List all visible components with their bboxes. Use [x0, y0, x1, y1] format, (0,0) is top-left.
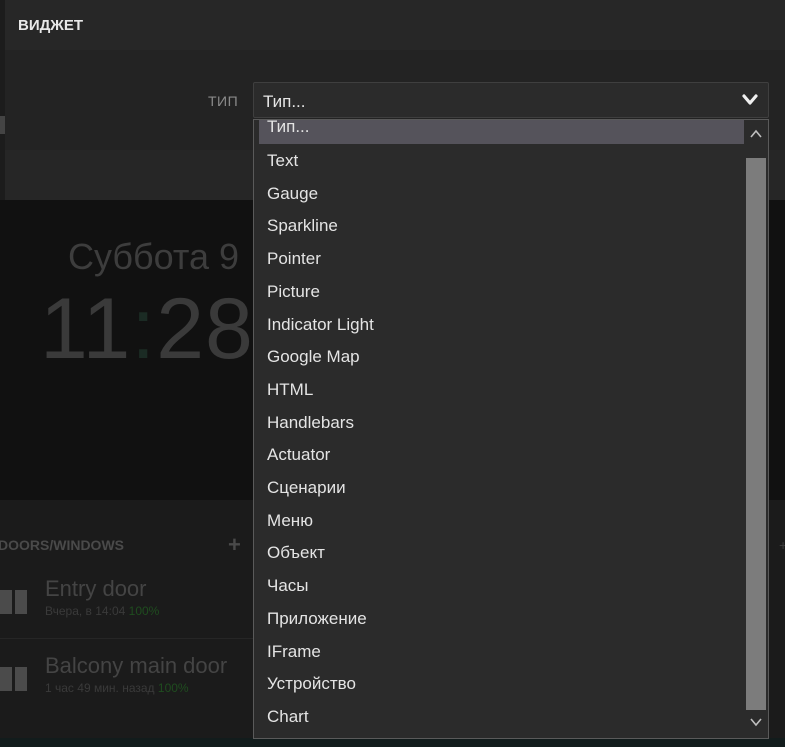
type-select[interactable]: Тип... — [253, 82, 769, 118]
scrollbar-thumb[interactable] — [746, 158, 766, 710]
screen: Суббота 9 11:28 DOORS/WINDOWS + + Entry … — [0, 0, 785, 747]
item-meta: Вчера, в 14:04 100% — [45, 604, 160, 618]
dropdown-option[interactable]: Pointer — [254, 242, 744, 275]
modal-title: ВИДЖЕТ — [18, 17, 84, 34]
item-name: Balcony main door — [45, 653, 228, 678]
dropdown-scrollbar[interactable] — [744, 120, 768, 738]
scroll-down-arrow-icon[interactable] — [744, 712, 768, 732]
bottom-strip — [0, 738, 785, 747]
dropdown-option[interactable]: Меню — [254, 504, 744, 537]
list-item[interactable]: Balcony main door 1 час 49 мин. назад 10… — [0, 638, 260, 715]
dropdown-option[interactable]: Сценарии — [254, 471, 744, 504]
dropdown-option[interactable]: Handlebars — [254, 406, 744, 439]
modal-header: ВИДЖЕТ — [0, 0, 785, 50]
clock-time: 11:28 — [40, 281, 254, 377]
item-meta: 1 час 49 мин. назад 100% — [45, 681, 189, 695]
clock-date: Суббота 9 — [68, 236, 239, 277]
door-icon — [0, 667, 28, 691]
list-item[interactable]: Entry door Вчера, в 14:04 100% — [0, 562, 260, 638]
dropdown-option[interactable]: Тип... — [259, 120, 744, 144]
door-icon — [0, 590, 28, 614]
dropdown-option[interactable]: IFrame — [254, 635, 744, 668]
dropdown-option[interactable]: Indicator Light — [254, 308, 744, 341]
modal-left-edge — [0, 0, 5, 200]
dropdown-option[interactable]: Actuator — [254, 438, 744, 471]
chevron-down-icon — [742, 94, 758, 105]
dropdown-option[interactable]: Часы — [254, 569, 744, 602]
item-name: Entry door — [45, 576, 147, 601]
dropdown-option[interactable]: Устройство — [254, 667, 744, 700]
dropdown-option[interactable]: Объект — [254, 536, 744, 569]
type-field-label: ТИП — [208, 93, 239, 109]
dropdown-option[interactable]: Sparkline — [254, 209, 744, 242]
modal-left-notch — [0, 116, 5, 134]
panel-title: DOORS/WINDOWS — [0, 537, 124, 553]
type-select-value: Тип... — [263, 92, 306, 111]
dropdown-option[interactable]: Google Map — [254, 340, 744, 373]
dropdown-option[interactable]: Приложение — [254, 602, 744, 635]
add-icon-right[interactable]: + — [779, 537, 785, 553]
dropdown-option[interactable]: Chart — [254, 700, 744, 733]
type-dropdown-list[interactable]: Тип... Text Gauge Sparkline Pointer Picture In… — [253, 119, 769, 739]
dropdown-option[interactable]: Text — [254, 144, 744, 177]
add-icon[interactable]: + — [228, 532, 241, 558]
dropdown-option[interactable]: HTML — [254, 373, 744, 406]
dropdown-option[interactable]: Gauge — [254, 177, 744, 210]
dropdown-option[interactable]: Picture — [254, 275, 744, 308]
scroll-up-arrow-icon[interactable] — [744, 124, 768, 144]
